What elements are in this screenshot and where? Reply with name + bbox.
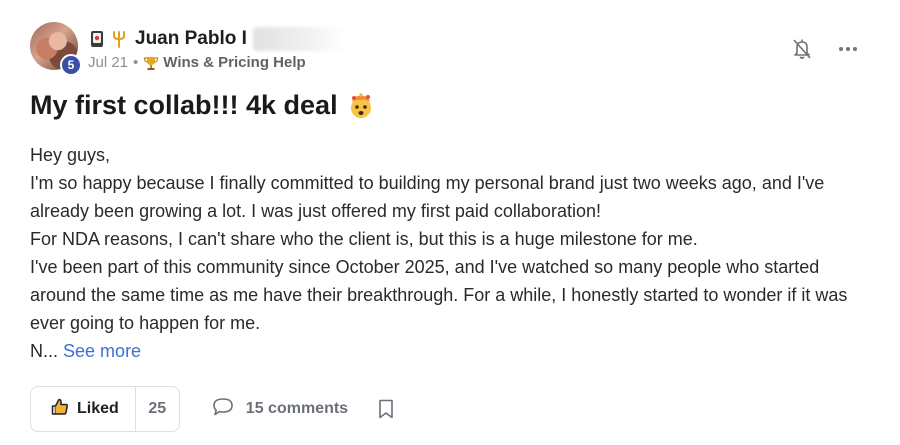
post-date[interactable]: Jul 21 xyxy=(88,54,128,71)
more-horizontal-icon[interactable] xyxy=(838,46,858,52)
avatar-container[interactable]: 5 xyxy=(30,22,82,76)
mobile-phone-icon xyxy=(88,30,106,48)
trophy-icon xyxy=(143,55,159,71)
bookmark-icon[interactable] xyxy=(378,399,394,419)
post-title[interactable]: My first collab!!! 4k deal xyxy=(30,90,374,121)
bell-off-icon[interactable] xyxy=(792,38,812,60)
body-line: ever going to happen for me. xyxy=(30,313,261,333)
author-name[interactable]: Juan Pablo I xyxy=(135,28,247,50)
body-line: around the same time as me have their br… xyxy=(30,285,848,305)
body-truncated-line: N... See more xyxy=(30,337,880,365)
post-meta: Jul 21 • Wins & Pricing Help xyxy=(88,54,306,71)
comments-label: 15 comments xyxy=(245,400,349,417)
post-header: 5 Juan Pablo I Jul 21 • Wins & Pricing H… xyxy=(30,22,870,77)
comment-icon xyxy=(212,397,234,422)
body-line: I'm so happy because I finally committed… xyxy=(30,173,825,193)
see-more-link[interactable]: See more xyxy=(63,341,141,361)
redacted-name-blur xyxy=(252,27,345,51)
body-line: I've been part of this community since O… xyxy=(30,257,820,277)
post-body[interactable]: Hey guys, I'm so happy because I finally… xyxy=(30,141,880,365)
post-card: 5 Juan Pablo I Jul 21 • Wins & Pricing H… xyxy=(0,0,900,445)
level-badge: 5 xyxy=(60,54,82,76)
truncated-text: N... xyxy=(30,341,59,361)
meta-separator: • xyxy=(133,54,139,71)
trident-icon xyxy=(110,30,128,48)
like-group: Liked 25 xyxy=(30,386,180,432)
author-line: Juan Pablo I xyxy=(88,26,345,52)
header-actions xyxy=(792,38,858,60)
like-label: Liked xyxy=(77,400,119,417)
comments-button[interactable]: 15 comments xyxy=(212,397,348,422)
post-title-text: My first collab!!! 4k deal xyxy=(30,90,338,120)
post-footer: Liked 25 15 comments xyxy=(30,385,394,433)
body-line: For NDA reasons, I can't share who the c… xyxy=(30,229,698,249)
thumbs-up-icon xyxy=(51,398,69,421)
like-count[interactable]: 25 xyxy=(134,387,179,431)
like-button[interactable]: Liked xyxy=(31,387,135,431)
exploding-head-emoji xyxy=(348,92,374,119)
body-line: Hey guys, xyxy=(30,145,111,165)
category-link[interactable]: Wins & Pricing Help xyxy=(163,54,305,71)
body-line: already been growing a lot. I was just o… xyxy=(30,201,601,221)
